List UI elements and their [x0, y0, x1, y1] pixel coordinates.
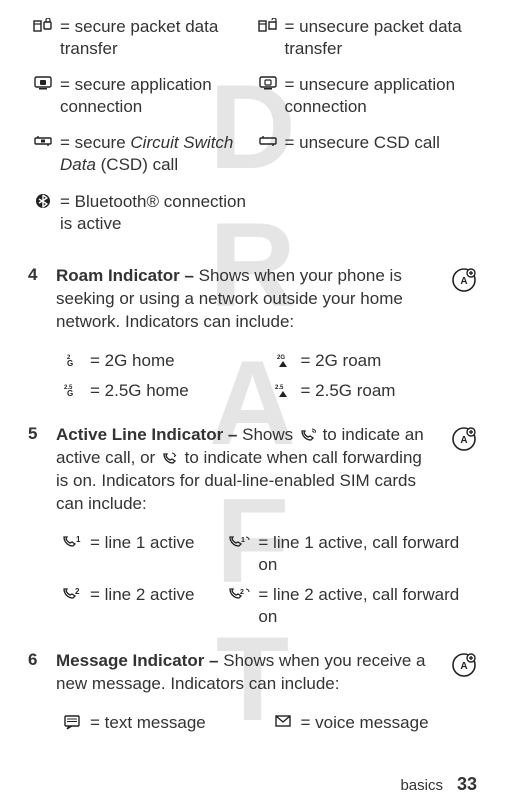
- section-active-line: 5 Active Line Indicator – Shows to indic…: [28, 424, 477, 632]
- svg-text:2: 2: [240, 589, 244, 596]
- g2-roam-icon: 2G: [271, 350, 295, 368]
- section4-body: Roam Indicator – Shows when your phone i…: [56, 265, 435, 334]
- secure-app-label: = secure application connection: [60, 74, 249, 118]
- section-message: 6 Message Indicator – Shows when you rec…: [28, 650, 477, 738]
- message-indicator-icon: A: [451, 650, 477, 678]
- unsecure-csd-label: = unsecure CSD call: [285, 132, 474, 154]
- svg-text:1: 1: [76, 535, 81, 544]
- g2-home-icon: 2G: [60, 350, 84, 368]
- unsecure-app-label: = unsecure application connection: [285, 74, 474, 118]
- svg-text:A: A: [460, 276, 467, 287]
- unsecure-packet-icon: [257, 16, 279, 32]
- unsecure-packet-cell: = unsecure packet data transfer: [253, 12, 478, 70]
- secure-csd-prefix: = secure: [60, 133, 130, 152]
- line2-fwd-icon: 2: [228, 584, 252, 600]
- g25-roam-label: = 2.5G roam: [301, 380, 474, 402]
- svg-text:2G: 2G: [277, 355, 285, 361]
- line2-fwd-label: = line 2 active, call forward on: [258, 584, 473, 628]
- bluetooth-icon: [32, 191, 54, 209]
- g25-roam-icon: 2.5: [271, 380, 295, 398]
- footer-label: basics: [400, 777, 443, 794]
- secure-app-icon: [32, 74, 54, 90]
- message-subgrid: = text message = voice message: [56, 708, 477, 738]
- section4-title: Roam Indicator –: [56, 266, 199, 285]
- line1-fwd-icon: 1: [228, 532, 252, 548]
- active-line-indicator-icon: A: [451, 424, 477, 452]
- svg-text:A: A: [460, 661, 467, 672]
- text-msg-cell: = text message: [56, 708, 267, 738]
- section5-num: 5: [28, 424, 46, 444]
- g25-roam-cell: 2.5 = 2.5G roam: [267, 376, 478, 406]
- line2-active-cell: 2 = line 2 active: [56, 580, 224, 632]
- voice-msg-icon: [271, 712, 295, 728]
- line1-active-label: = line 1 active: [90, 532, 220, 554]
- secure-csd-suffix: (CSD) call: [96, 155, 178, 174]
- section4-num: 4: [28, 265, 46, 285]
- line2-active-icon: 2: [60, 584, 84, 600]
- secure-csd-cell: = secure Circuit Switch Data (CSD) call: [28, 128, 253, 186]
- svg-text:G: G: [67, 389, 73, 398]
- active-line-subgrid: 1 = line 1 active 1 = line 1 active, cal…: [56, 528, 477, 632]
- roam-subgrid: 2G = 2G home 2G = 2G roam 2.5G = 2.5G ho…: [56, 346, 477, 406]
- text-msg-icon: [60, 712, 84, 730]
- unsecure-packet-label: = unsecure packet data transfer: [285, 16, 474, 60]
- g2-home-cell: 2G = 2G home: [56, 346, 267, 376]
- secure-app-cell: = secure application connection: [28, 70, 253, 128]
- unsecure-csd-cell: = unsecure CSD call: [253, 128, 478, 186]
- call-forward-inline-icon: [162, 451, 178, 465]
- g25-home-cell: 2.5G = 2.5G home: [56, 376, 267, 406]
- voice-msg-label: = voice message: [301, 712, 474, 734]
- g2-roam-cell: 2G = 2G roam: [267, 346, 478, 376]
- text-msg-label: = text message: [90, 712, 263, 734]
- unsecure-app-cell: = unsecure application connection: [253, 70, 478, 128]
- section6-body: Message Indicator – Shows when you recei…: [56, 650, 435, 696]
- section6-title: Message Indicator –: [56, 651, 223, 670]
- svg-text:2.5: 2.5: [275, 385, 284, 391]
- section-roam: 4 Roam Indicator – Shows when your phone…: [28, 265, 477, 406]
- section5-body: Active Line Indicator – Shows to indicat…: [56, 424, 435, 516]
- secure-packet-cell: = secure packet data transfer: [28, 12, 253, 70]
- line2-fwd-cell: 2 = line 2 active, call forward on: [224, 580, 477, 632]
- section5-desc-pre: Shows: [242, 425, 298, 444]
- svg-text:G: G: [67, 359, 73, 368]
- line2-active-label: = line 2 active: [90, 584, 220, 606]
- section5-title: Active Line Indicator –: [56, 425, 242, 444]
- secure-csd-label: = secure Circuit Switch Data (CSD) call: [60, 132, 249, 176]
- line1-fwd-label: = line 1 active, call forward on: [258, 532, 473, 576]
- svg-text:A: A: [460, 435, 467, 446]
- unsecure-app-icon: [257, 74, 279, 90]
- secure-csd-icon: [32, 132, 54, 148]
- g25-home-label: = 2.5G home: [90, 380, 263, 402]
- bluetooth-cell: = Bluetooth® connection is active: [28, 187, 253, 245]
- g25-home-icon: 2.5G: [60, 380, 84, 398]
- unsecure-csd-icon: [257, 132, 279, 148]
- g2-home-label: = 2G home: [90, 350, 263, 372]
- secure-packet-label: = secure packet data transfer: [60, 16, 249, 60]
- g2-roam-label: = 2G roam: [301, 350, 474, 372]
- voice-msg-cell: = voice message: [267, 708, 478, 738]
- roam-indicator-icon: A: [451, 265, 477, 293]
- top-indicator-grid: = secure packet data transfer = unsecure…: [28, 12, 477, 245]
- secure-packet-icon: [32, 16, 54, 32]
- page-footer: basics 33: [400, 774, 477, 795]
- line1-active-icon: 1: [60, 532, 84, 548]
- footer-page-num: 33: [457, 774, 477, 795]
- svg-text:1: 1: [241, 537, 245, 544]
- svg-text:2: 2: [75, 587, 80, 596]
- section6-num: 6: [28, 650, 46, 670]
- bluetooth-label: = Bluetooth® connection is active: [60, 191, 249, 235]
- line1-fwd-cell: 1 = line 1 active, call forward on: [224, 528, 477, 580]
- line1-active-cell: 1 = line 1 active: [56, 528, 224, 580]
- active-call-inline-icon: [300, 428, 316, 442]
